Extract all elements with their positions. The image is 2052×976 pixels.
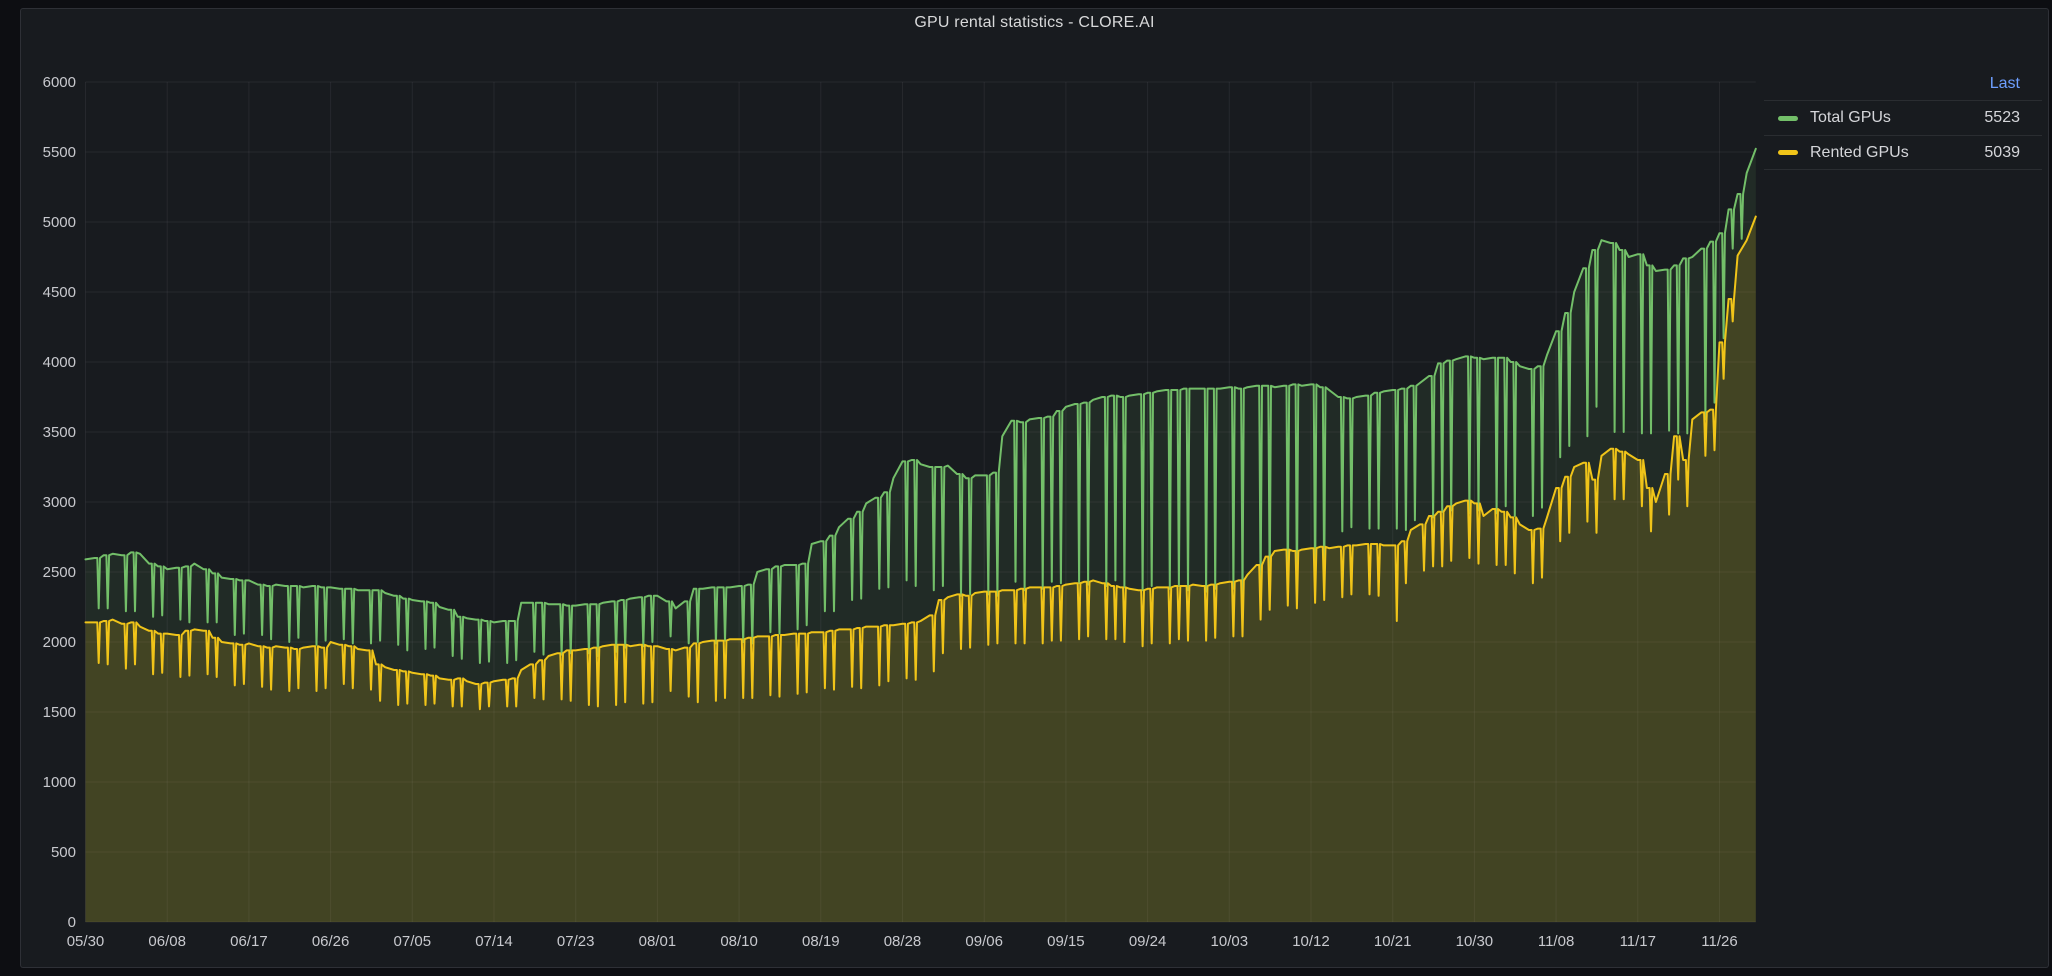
x-tick-label: 09/15	[1047, 933, 1085, 950]
grafana-panel-page: { "panel": { "title": "GPU rental statis…	[0, 0, 2052, 976]
y-tick-label: 2000	[43, 634, 76, 651]
x-tick-label: 10/12	[1292, 933, 1330, 950]
x-tick-label: 06/08	[148, 933, 186, 950]
x-tick-label: 09/06	[965, 933, 1003, 950]
rented-gpus-swatch-icon	[1778, 150, 1798, 155]
y-tick-label: 500	[51, 844, 76, 861]
legend-label-rented-gpus[interactable]: Rented GPUs	[1810, 144, 1909, 162]
legend-value-total-gpus: 5523	[1984, 109, 2020, 127]
x-tick-label: 11/17	[1620, 933, 1656, 950]
y-tick-label: 4500	[43, 284, 76, 301]
x-tick-label: 08/19	[802, 933, 840, 950]
legend-last-label: Last	[1990, 75, 2020, 93]
x-tick-label: 08/28	[884, 933, 922, 950]
x-tick-label: 06/26	[312, 933, 350, 950]
y-tick-label: 2500	[43, 564, 76, 581]
x-tick-label: 07/14	[475, 933, 513, 950]
x-tick-label: 08/01	[639, 933, 677, 950]
plot-area[interactable]	[86, 60, 1756, 922]
x-tick-label: 10/21	[1374, 933, 1412, 950]
x-tick-label: 10/30	[1456, 933, 1494, 950]
legend-row-total-gpus[interactable]: Total GPUs 5523	[1764, 100, 2042, 135]
x-tick-label: 06/17	[230, 933, 268, 950]
x-tick-label: 11/26	[1701, 933, 1737, 950]
x-tick-label: 08/10	[720, 933, 758, 950]
x-tick-label: 09/24	[1129, 933, 1167, 950]
y-tick-label: 0	[68, 914, 76, 931]
y-tick-label: 3500	[43, 424, 76, 441]
y-tick-label: 5500	[43, 144, 76, 161]
legend-row-rented-gpus[interactable]: Rented GPUs 5039	[1764, 135, 2042, 170]
x-tick-label: 11/08	[1538, 933, 1574, 950]
time-series-chart: 0 500 1000 1500 2000 2500 3000 3500 4000 4500 5000…	[0, 0, 2052, 976]
legend-table: Last Total GPUs 5523 Rented GPUs 5039	[1764, 67, 2042, 170]
y-tick-label: 4000	[43, 354, 76, 371]
x-tick-label: 10/03	[1211, 933, 1249, 950]
legend-calc-header[interactable]: Last	[1764, 67, 2042, 100]
total-gpus-swatch-icon	[1778, 116, 1798, 121]
legend-value-rented-gpus: 5039	[1984, 144, 2020, 162]
x-tick-label: 07/23	[557, 933, 595, 950]
y-tick-label: 1000	[43, 774, 76, 791]
x-tick-label: 05/30	[67, 933, 105, 950]
y-tick-label: 1500	[43, 704, 76, 721]
x-tick-label: 07/05	[394, 933, 432, 950]
y-tick-label: 3000	[43, 494, 76, 511]
y-tick-label: 6000	[43, 74, 76, 91]
y-tick-label: 5000	[43, 214, 76, 231]
legend-label-total-gpus[interactable]: Total GPUs	[1810, 109, 1891, 127]
